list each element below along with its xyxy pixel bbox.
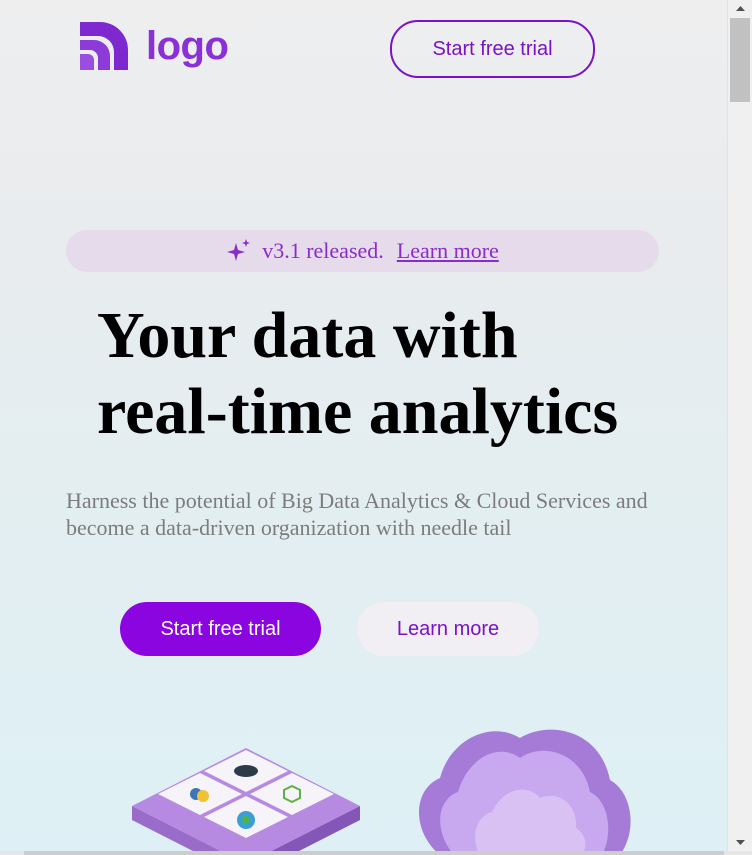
- hero-headline-line2: real-time analytics: [97, 375, 619, 448]
- logo-text: logo: [146, 24, 229, 68]
- logo-mark-icon: [80, 22, 128, 70]
- horizontal-scrollbar[interactable]: [0, 851, 752, 855]
- scroll-down-arrow-icon[interactable]: [728, 834, 752, 851]
- hero-headline-line1: Your data with: [97, 299, 518, 372]
- learn-more-button[interactable]: Learn more: [357, 602, 539, 656]
- sparkle-icon: [227, 239, 251, 261]
- scroll-up-arrow-icon[interactable]: [728, 0, 752, 17]
- release-banner: v3.1 released. Learn more: [66, 230, 659, 272]
- integrations-grid-illustration: [132, 748, 360, 851]
- horizontal-scrollbar-thumb[interactable]: [24, 851, 724, 855]
- header-start-trial-button[interactable]: Start free trial: [390, 20, 595, 78]
- start-free-trial-button[interactable]: Start free trial: [120, 602, 321, 656]
- cloud-illustration: [419, 729, 631, 851]
- landing-page: logo Start free trial v3.1 released. Lea…: [0, 0, 727, 851]
- logo[interactable]: logo: [76, 18, 229, 74]
- hero-subtext: Harness the potential of Big Data Analyt…: [66, 488, 648, 540]
- scrollbar-thumb[interactable]: [730, 18, 750, 102]
- vertical-scrollbar[interactable]: [727, 0, 752, 851]
- banner-text: v3.1 released.: [262, 238, 384, 263]
- hero-headline: Your data with real-time analytics: [97, 298, 618, 450]
- banner-learn-more-link[interactable]: Learn more: [397, 238, 499, 264]
